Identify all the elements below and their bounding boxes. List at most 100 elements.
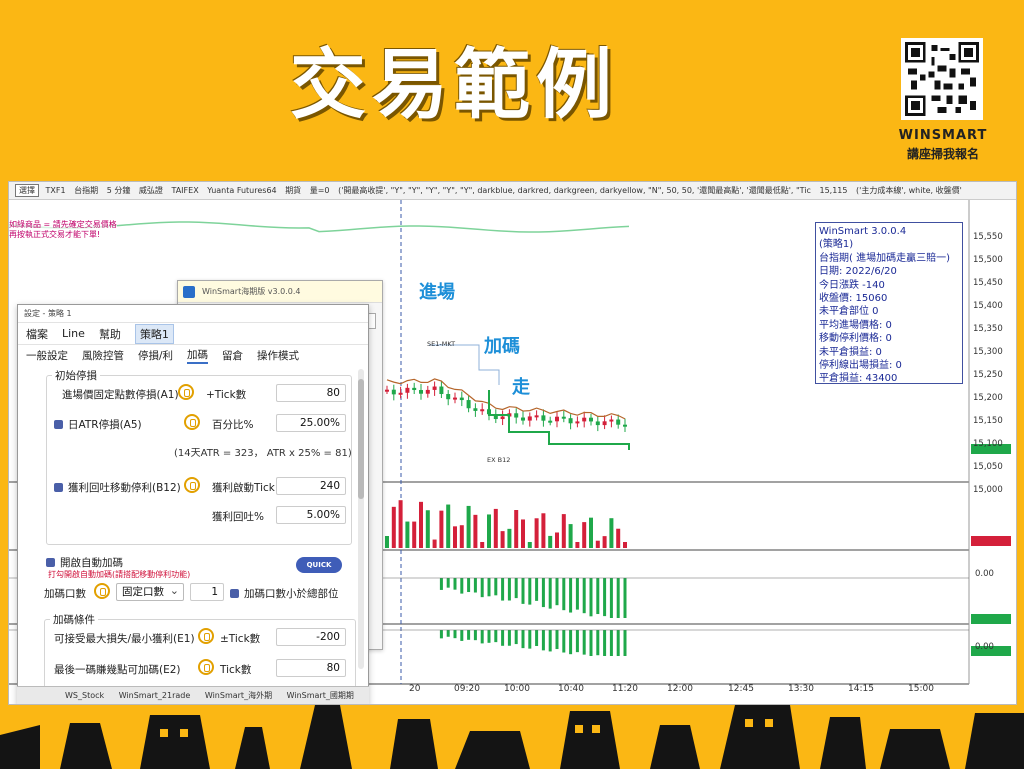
candle-body <box>391 389 396 395</box>
osc-bar <box>575 578 579 610</box>
osc-bar-2 <box>596 630 600 656</box>
volume-bar <box>568 524 573 548</box>
trail-stop-label: 獲利回吐移動停利(B12) <box>68 482 181 494</box>
osc-bar <box>453 578 457 590</box>
candle-body <box>466 400 471 409</box>
quick-button[interactable]: QUICK <box>296 557 342 573</box>
volume-bar <box>595 540 600 548</box>
toolbar-select-button[interactable]: 選擇 <box>15 184 39 197</box>
osc-zero-label: 0.00 <box>975 569 994 579</box>
time-tick: 14:15 <box>848 684 874 694</box>
osc-bar-2 <box>446 630 450 637</box>
trail-stop-help-icon[interactable] <box>184 477 200 493</box>
atr-stop-input[interactable]: 25.00% <box>276 414 346 432</box>
toolbar-symbol[interactable]: TXF1 <box>46 186 66 195</box>
fixed-stop-help-icon[interactable] <box>178 384 194 400</box>
price-tick: 15,050 <box>973 462 1003 472</box>
ex-b12-label: EX B12 <box>487 456 511 464</box>
osc-bar-2 <box>555 630 559 650</box>
candle-body <box>459 397 464 401</box>
osc-zero-label-2: 0.00 <box>975 642 994 652</box>
time-tick: 10:00 <box>504 684 530 694</box>
osc-bar-2 <box>494 630 498 643</box>
volume-bar <box>561 514 566 548</box>
volume-bar <box>534 518 539 548</box>
menu-help[interactable]: 幫助 <box>99 326 121 342</box>
osc-bar <box>507 578 511 601</box>
volume-bar <box>391 506 396 548</box>
candle-body <box>385 389 389 392</box>
osc-bar-2 <box>569 630 573 655</box>
candle-body <box>575 421 580 424</box>
toolbar-last-price: 15,115 <box>819 186 848 195</box>
tab-general[interactable]: 一般設定 <box>26 348 68 363</box>
checkbox-icon <box>46 558 55 567</box>
atr-stop-checkbox[interactable]: 日ATR停損(A5) <box>54 417 142 432</box>
atr-stop-help-icon[interactable] <box>184 414 200 430</box>
candle-body <box>405 387 410 393</box>
entry-annotation: 進場 <box>419 282 455 303</box>
volume-bar <box>480 542 485 548</box>
strategy-settings-dialog[interactable]: 設定 - 策略 1 檔案 Line 幫助 策略1 一般設定 風險控管 停損/利 … <box>17 304 369 704</box>
candle-body <box>555 416 559 422</box>
osc-bar-2 <box>528 630 532 649</box>
auto-add-note: 打勾開啟自動加碼(請搭配移動停利功能) <box>48 570 191 579</box>
e2-input[interactable]: 80 <box>276 659 346 677</box>
atr-stop-unit: 百分比% <box>212 419 254 431</box>
dialog-scrollbar[interactable] <box>358 369 364 669</box>
osc-bar-2 <box>460 630 464 641</box>
app-window-titlebar[interactable]: WinSmart海期版 v3.0.0.4 <box>178 281 382 303</box>
price-tick: 15,150 <box>973 416 1003 426</box>
candle-body <box>568 418 573 424</box>
app-window-title: WinSmart海期版 v3.0.0.4 <box>202 287 301 296</box>
candle-body <box>541 415 546 421</box>
trail-stop-checkbox[interactable]: 獲利回吐移動停利(B12) <box>54 480 181 495</box>
e1-input[interactable]: -200 <box>276 628 346 646</box>
add-lots-input[interactable]: 1 <box>190 583 224 601</box>
taskbar-item[interactable]: WS_Stock <box>65 691 104 700</box>
taskbar-item[interactable]: WinSmart_21rade <box>119 691 191 700</box>
tab-operation-mode[interactable]: 操作模式 <box>257 348 299 363</box>
candle-body <box>473 408 478 411</box>
fixed-stop-input[interactable]: 80 <box>276 384 346 402</box>
osc-bar-2 <box>535 630 539 646</box>
menu-file[interactable]: 檔案 <box>26 326 48 342</box>
volume-bar <box>541 513 546 548</box>
osc-bar <box>562 578 566 611</box>
trail-start-input[interactable]: 240 <box>276 477 346 495</box>
chart-toolbar: 選擇 TXF1 台指期 5 分鐘 威弘證 TAIFEX Yuanta Futur… <box>9 182 1016 200</box>
info-line: 未平倉損益: 0 <box>819 346 882 358</box>
tab-overnight[interactable]: 留倉 <box>222 348 243 363</box>
scrollbar-thumb[interactable] <box>358 379 364 499</box>
price-axis: 15,550 15,500 15,450 15,400 15,350 15,30… <box>969 218 1016 508</box>
add-lots-limit-checkbox[interactable]: 加碼口數小於總部位 <box>230 586 339 601</box>
add-lots-help-icon[interactable] <box>94 583 110 599</box>
osc-bar <box>439 578 443 590</box>
e1-help-icon[interactable] <box>198 628 214 644</box>
volume-bar <box>589 517 593 548</box>
auto-add-checkbox[interactable]: 開啟自動加碼 <box>46 555 123 570</box>
osc-bar-2 <box>603 630 607 656</box>
taskbar-item[interactable]: WinSmart_國期期 <box>287 691 354 700</box>
e2-help-icon[interactable] <box>198 659 214 675</box>
menu-line[interactable]: Line <box>62 327 85 340</box>
toolbar-product[interactable]: 台指期 <box>74 186 98 195</box>
volume-bar <box>623 542 627 548</box>
menu-strategy-1[interactable]: 策略1 <box>134 323 174 344</box>
toolbar-type: 期貨 <box>285 186 302 195</box>
volume-marker-red <box>971 536 1011 546</box>
tab-stop-profit[interactable]: 停損/利 <box>138 348 173 363</box>
tab-add-position[interactable]: 加碼 <box>187 347 209 364</box>
atr-hint: (14天ATR = 323， ATR x 25% = 81) <box>174 448 352 459</box>
taskbar-item[interactable]: WinSmart_海外期 <box>205 691 272 700</box>
osc-bar-2 <box>616 630 620 656</box>
qr-code[interactable] <box>901 38 983 120</box>
trail-back-input[interactable]: 5.00% <box>276 506 346 524</box>
toolbar-indicator-2: ('主力成本線', white, 收盤價' <box>856 186 962 195</box>
tab-risk-control[interactable]: 風險控管 <box>82 348 124 363</box>
add-lots-mode-select[interactable]: 固定口數 <box>116 583 184 601</box>
osc-bar-2 <box>623 630 627 656</box>
osc-bar <box>501 578 505 601</box>
price-tick: 15,000 <box>973 485 1003 495</box>
toolbar-interval[interactable]: 5 分鐘 <box>107 186 131 195</box>
